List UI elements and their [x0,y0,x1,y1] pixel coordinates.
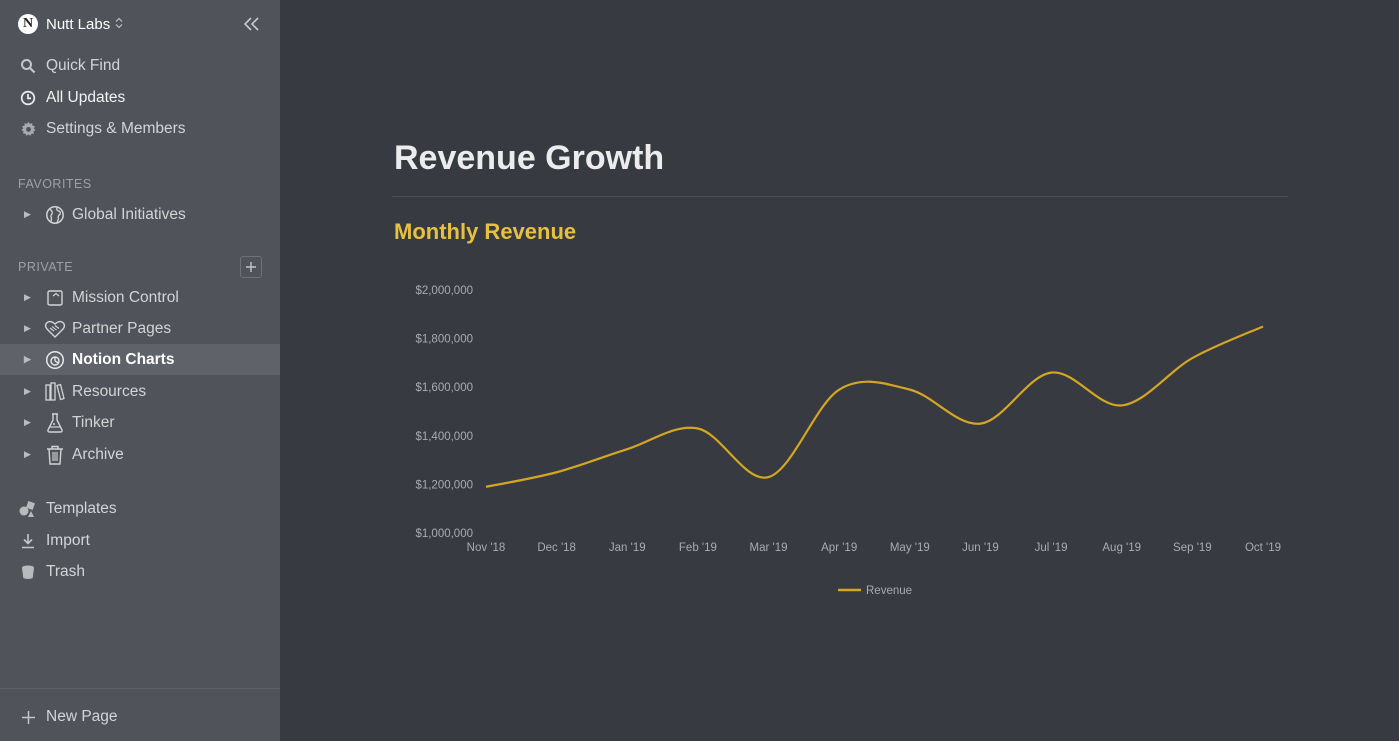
new-page-label: New Page [46,708,118,725]
sidebar-item-global-initiatives[interactable]: ▶ Global Initiatives [0,199,280,230]
sidebar-divider [0,688,280,689]
chart-pie-icon [44,349,66,371]
x-tick-label: Feb '19 [679,542,717,554]
sidebar-item-notion-charts[interactable]: ▶ Notion Charts [0,344,280,375]
new-page-button[interactable]: New Page [0,702,280,732]
private-section-label: PRIVATE [18,260,74,274]
settings-label: Settings & Members [46,120,186,137]
x-tick-label: Sep '19 [1173,542,1212,554]
x-tick-label: Apr '19 [821,542,857,554]
series-line-revenue [485,325,1264,488]
sidebar-item-label: Notion Charts [72,350,175,368]
templates[interactable]: Templates [0,494,280,524]
books-icon [44,381,66,403]
window-icon [44,287,66,309]
all-updates-label: All Updates [46,89,126,106]
settings-members[interactable]: Settings & Members [0,114,280,144]
templates-label: Templates [46,500,117,517]
trash[interactable]: Trash [0,557,280,587]
expand-triangle-icon[interactable]: ▶ [24,417,34,428]
sidebar-item-label: Archive [72,445,124,463]
flask-icon [44,412,66,434]
x-tick-label: May '19 [890,542,930,554]
plus-icon [20,709,36,725]
expand-triangle-icon[interactable]: ▶ [24,323,34,334]
sidebar-item-mission-control[interactable]: ▶ Mission Control [0,282,280,313]
trash-can-icon [44,444,66,466]
workspace-switcher[interactable]: N Nutt Labs [18,13,123,35]
import[interactable]: Import [0,526,280,556]
y-tick-label: $1,000,000 [415,528,473,540]
workspace-name: Nutt Labs [46,15,111,33]
sidebar-item-label: Tinker [72,413,115,431]
expand-triangle-icon[interactable]: ▶ [24,354,34,365]
y-tick-label: $1,200,000 [415,479,473,491]
page-title[interactable]: Revenue Growth [394,139,664,178]
globe-icon [44,204,66,226]
x-tick-label: Mar '19 [750,542,788,554]
handshake-heart-icon [44,318,66,340]
x-tick-label: Jul '19 [1035,542,1068,554]
expand-triangle-icon[interactable]: ▶ [24,449,34,460]
sidebar-item-archive[interactable]: ▶ Archive [0,439,280,470]
gear-icon [18,119,38,139]
x-tick-label: Dec '18 [537,542,576,554]
main-content: Revenue Growth Monthly Revenue $2,000,00… [280,0,1399,741]
x-tick-label: Jan '19 [609,542,646,554]
y-tick-label: $2,000,000 [415,285,473,297]
plus-icon [246,262,256,272]
y-tick-label: $1,400,000 [415,431,473,443]
favorites-section-label: FAVORITES [18,177,92,191]
search-icon [18,56,38,76]
expand-triangle-icon[interactable]: ▶ [24,292,34,303]
sidebar-item-resources[interactable]: ▶ Resources [0,376,280,407]
section-heading[interactable]: Monthly Revenue [394,219,576,245]
y-tick-label: $1,800,000 [415,334,473,346]
clock-icon [18,88,38,108]
sidebar-item-label: Resources [72,382,147,400]
all-updates[interactable]: All Updates [0,83,280,113]
sidebar-item-label: Mission Control [72,288,179,306]
sidebar-item-partner-pages[interactable]: ▶ Partner Pages [0,313,280,344]
add-page-button[interactable] [240,256,262,278]
trash-icon [18,562,38,582]
revenue-line-chart: $2,000,000 $1,800,000 $1,600,000 $1,400,000… [415,285,1281,597]
y-tick-label: $1,600,000 [415,382,473,394]
chevron-updown-icon [115,17,123,32]
quick-find[interactable]: Quick Find [0,51,280,81]
shapes-icon [18,499,38,519]
sidebar-item-label: Global Initiatives [72,205,186,223]
x-tick-label: Oct '19 [1245,542,1281,554]
import-label: Import [46,532,90,549]
sidebar-item-label: Partner Pages [72,319,172,337]
sidebar: N Nutt Labs Quick Find All Updates Setti… [0,0,280,741]
title-divider [392,196,1288,197]
expand-triangle-icon[interactable]: ▶ [24,386,34,397]
x-tick-label: Jun '19 [962,542,999,554]
double-chevron-left-icon[interactable] [240,12,264,36]
trash-label: Trash [46,563,86,580]
legend-label: Revenue [866,585,912,597]
sidebar-item-tinker[interactable]: ▶ Tinker [0,407,280,438]
revenue-chart: $2,000,000 $1,800,000 $1,600,000 $1,400,000… [392,257,1288,629]
x-tick-label: Nov '18 [467,542,506,554]
workspace-logo: N [18,14,38,34]
x-tick-label: Aug '19 [1102,542,1141,554]
download-icon [18,531,38,551]
quick-find-label: Quick Find [46,57,121,74]
expand-triangle-icon[interactable]: ▶ [24,209,34,220]
